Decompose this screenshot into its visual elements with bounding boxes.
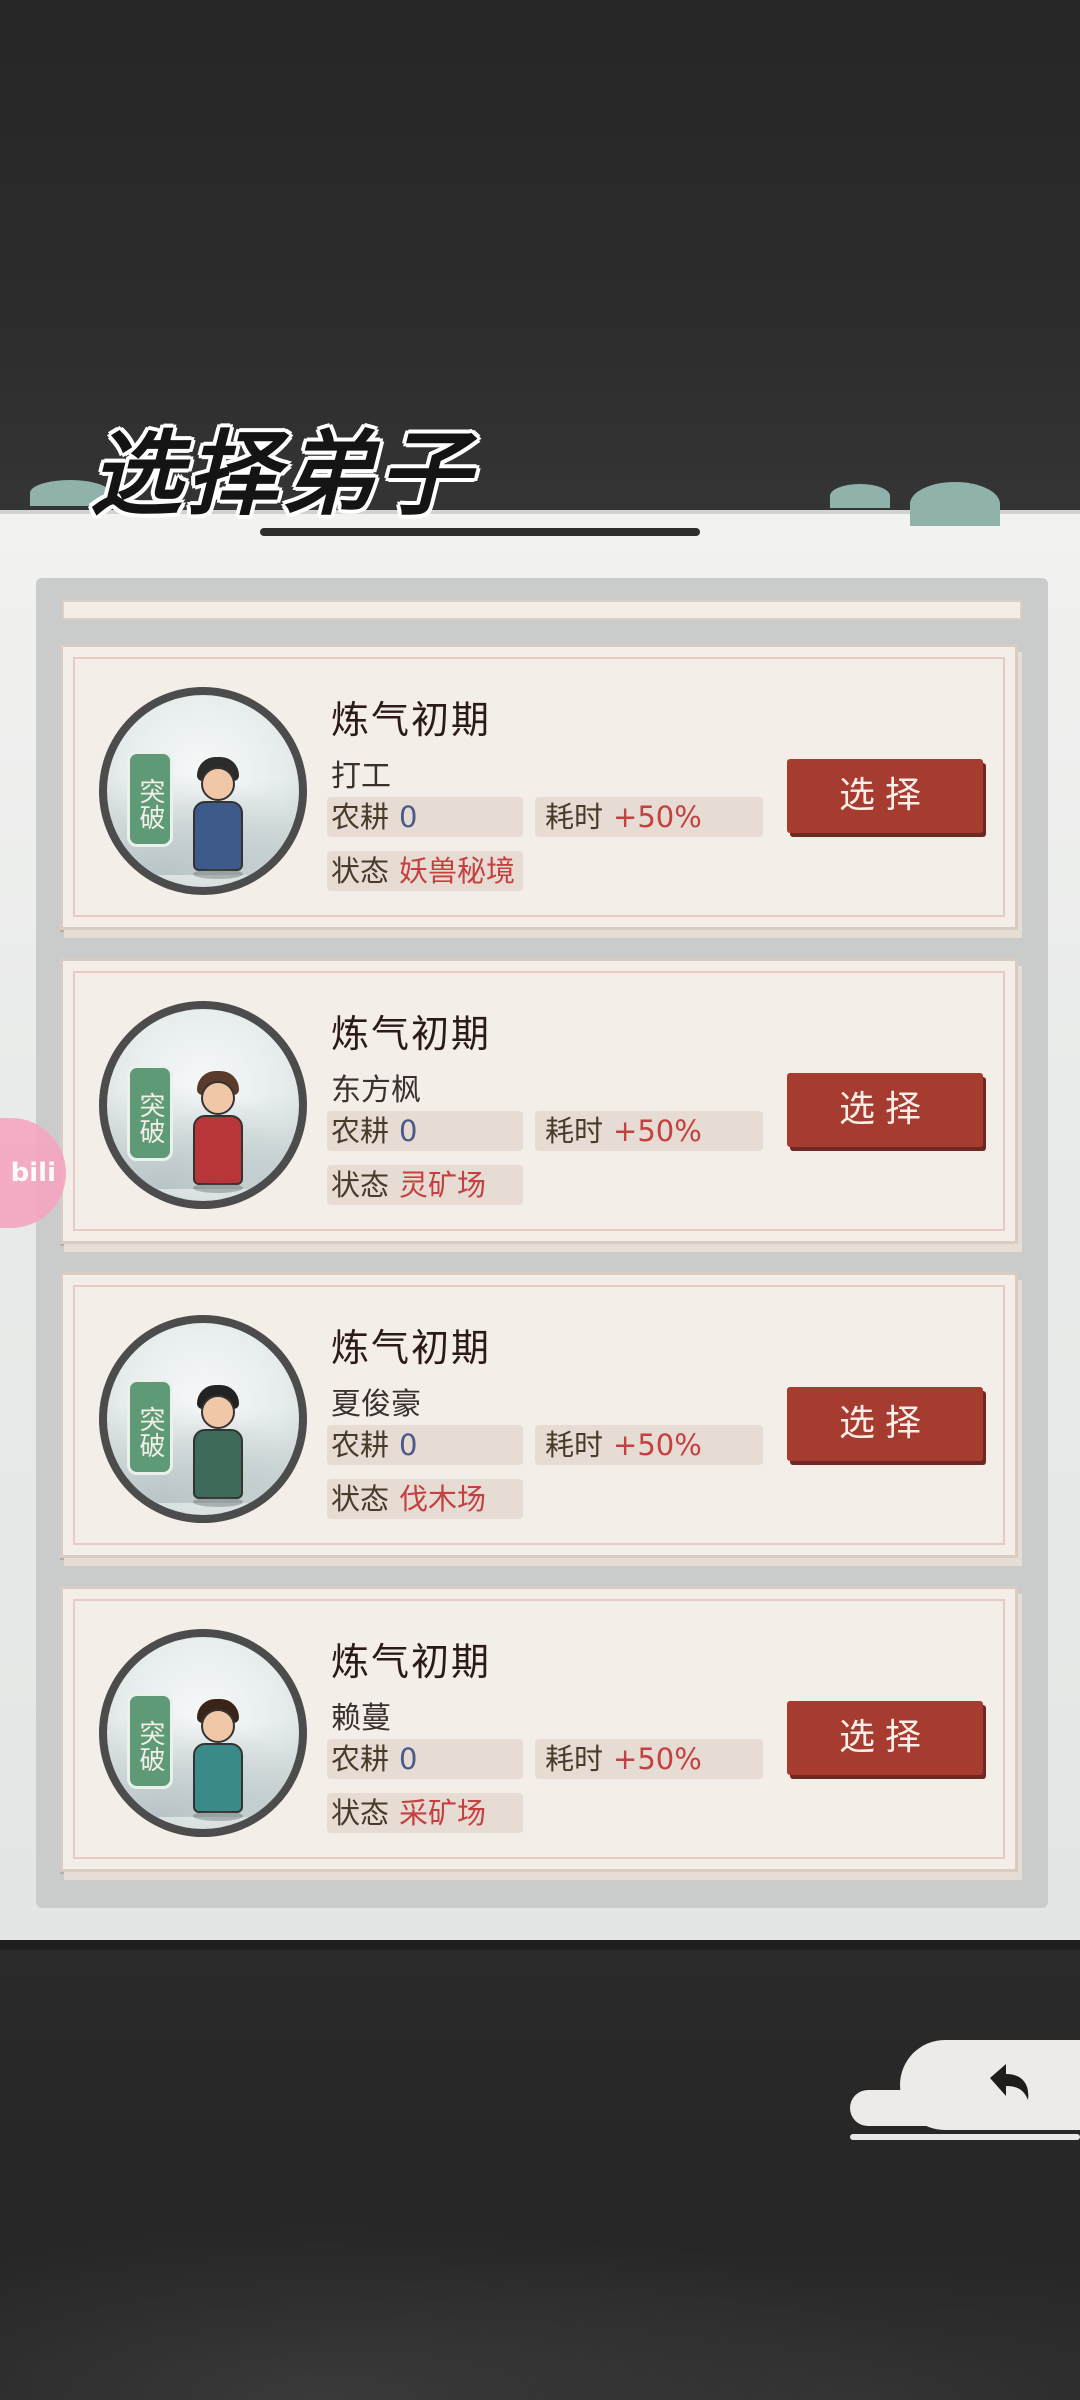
- status-value: 灵矿场: [399, 1168, 487, 1202]
- page-title-text: 选择弟子: [90, 420, 475, 528]
- cloud-decoration-right: [910, 482, 1000, 526]
- background-bottom: [0, 1950, 1080, 2400]
- cultivation-realm: 炼气初期: [331, 1326, 492, 1370]
- disciple-figure: [187, 1061, 247, 1201]
- time-cost-stat: 耗时 +50%: [535, 1425, 763, 1465]
- page-title: 选择弟子: [70, 400, 700, 540]
- farming-value: 0: [399, 1114, 418, 1148]
- list-top-edge: [62, 600, 1022, 620]
- time-cost-value: +50%: [613, 800, 702, 834]
- status-stat: 状态 伐木场: [327, 1479, 523, 1519]
- farming-stat: 农耕 0: [327, 1111, 523, 1151]
- disciple-card: 突破 炼气初期 打工 农耕 0 耗时 +50% 状态 妖兽秘境 选择: [60, 644, 1018, 930]
- disciple-avatar[interactable]: 突破: [99, 687, 307, 895]
- select-button[interactable]: 选择: [787, 1387, 983, 1461]
- cultivation-realm: 炼气初期: [331, 1012, 492, 1056]
- disciple-avatar[interactable]: 突破: [99, 1315, 307, 1523]
- disciple-name: 夏俊豪: [331, 1387, 421, 1422]
- disciple-name: 赖蔓: [331, 1701, 391, 1736]
- breakthrough-badge: 突破: [127, 751, 173, 847]
- breakthrough-badge: 突破: [127, 1379, 173, 1475]
- time-cost-stat: 耗时 +50%: [535, 1739, 763, 1779]
- farming-value: 0: [399, 1428, 418, 1462]
- disciple-card: 突破 炼气初期 夏俊豪 农耕 0 耗时 +50% 状态 伐木场 选择: [60, 1272, 1018, 1558]
- status-stat: 状态 灵矿场: [327, 1165, 523, 1205]
- farming-value: 0: [399, 1742, 418, 1776]
- time-cost-value: +50%: [613, 1114, 702, 1148]
- status-stat: 状态 采矿场: [327, 1793, 523, 1833]
- disciple-avatar[interactable]: 突破: [99, 1001, 307, 1209]
- time-cost-value: +50%: [613, 1428, 702, 1462]
- disciple-card: 突破 炼气初期 赖蔓 农耕 0 耗时 +50% 状态 采矿场 选择: [60, 1586, 1018, 1872]
- time-cost-stat: 耗时 +50%: [535, 1111, 763, 1151]
- select-button[interactable]: 选择: [787, 759, 983, 833]
- disciple-figure: [187, 1375, 247, 1515]
- time-cost-value: +50%: [613, 1742, 702, 1776]
- disciple-card: 突破 炼气初期 东方枫 农耕 0 耗时 +50% 状态 灵矿场 选择: [60, 958, 1018, 1244]
- disciple-figure: [187, 1689, 247, 1829]
- farming-stat: 农耕 0: [327, 797, 523, 837]
- farming-stat: 农耕 0: [327, 1425, 523, 1465]
- breakthrough-badge: 突破: [127, 1065, 173, 1161]
- breakthrough-badge: 突破: [127, 1693, 173, 1789]
- disciple-name: 东方枫: [331, 1073, 421, 1108]
- select-button[interactable]: 选择: [787, 1073, 983, 1147]
- select-button[interactable]: 选择: [787, 1701, 983, 1775]
- back-button[interactable]: [850, 2030, 1080, 2140]
- status-stat: 状态 妖兽秘境: [327, 851, 523, 891]
- cultivation-realm: 炼气初期: [331, 1640, 492, 1684]
- farming-value: 0: [399, 800, 418, 834]
- time-cost-stat: 耗时 +50%: [535, 797, 763, 837]
- cultivation-realm: 炼气初期: [331, 698, 492, 742]
- status-value: 伐木场: [399, 1482, 487, 1516]
- status-value: 采矿场: [399, 1796, 487, 1830]
- disciple-avatar[interactable]: 突破: [99, 1629, 307, 1837]
- farming-stat: 农耕 0: [327, 1739, 523, 1779]
- disciple-name: 打工: [331, 759, 391, 794]
- disciple-figure: [187, 747, 247, 887]
- title-underline: [260, 528, 700, 536]
- cloud-decoration-mid: [830, 484, 890, 508]
- status-value: 妖兽秘境: [399, 854, 516, 888]
- back-arrow-icon: [976, 2056, 1036, 2116]
